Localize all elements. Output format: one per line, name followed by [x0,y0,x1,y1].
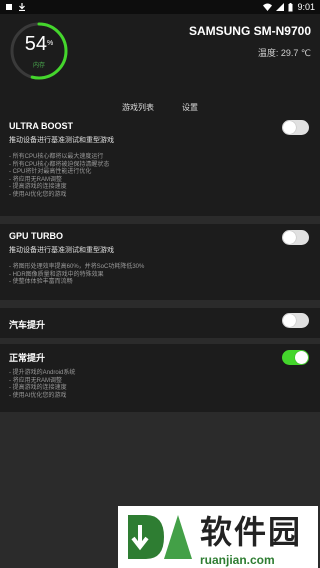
watermark-text: 软件园 ruanjian.com [200,507,302,567]
section-subtitle: 推动设备进行基准测试和重型游戏 [9,247,114,254]
section-auto-boost: 汽车提升 [0,308,320,338]
section-subtitle: 推动设备进行基准测试和重型游戏 [9,137,114,144]
auto-boost-toggle[interactable] [282,313,309,328]
gpu-turbo-toggle[interactable] [282,230,309,245]
list-item: - HDR图像质量和游戏中的特殊效果 [9,271,104,278]
wifi-icon [263,3,273,11]
watermark-text-cn: 软件园 [200,513,303,551]
section-title: GPU TURBO [9,231,63,241]
status-right: 9:01 [263,2,315,12]
list-item: - 使用AI优化您的游戏 [9,191,67,198]
section-title: ULTRA BOOST [9,121,73,131]
list-item: - 将应用无RAM调整 [9,176,62,183]
feature-list: - 所有CPU核心都将以最大速度运行 - 所有CPU核心都将被迫保持清醒状态 -… [9,154,311,199]
watermark-text-en: ruanjian.com [200,553,275,567]
status-left [5,3,26,11]
signal-icon [276,3,285,11]
list-item: - 所有CPU核心都将被迫保持清醒状态 [9,161,110,168]
list-item: - 提高游戏的连接速度 [9,184,67,190]
feature-list: - 将图形处理效率提高60%，并将SoC功耗降低30% - HDR图像质量和游戏… [9,264,311,287]
list-item: - 使整体体验丰富而流畅 [9,279,73,285]
list-item: - CPU将针对最高性能进行优化 [9,169,92,175]
toggle-knob [283,314,296,327]
watermark: 软件园 ruanjian.com [118,506,318,568]
toggle-knob [283,231,296,244]
toggle-knob [295,351,308,364]
device-name: SAMSUNG SM-N9700 [188,24,311,38]
header: 54% 内存 SAMSUNG SM-N9700 温度: 29.7 ℃ [0,14,320,86]
feature-list: - 提升游戏的Android系统 - 将应用无RAM调整 - 提高游戏的连接速度… [9,370,311,400]
status-bar: 9:01 [0,0,320,14]
list-item: - 将图形处理效率提高60%，并将SoC功耗降低30% [9,264,145,270]
section-title: 正常提升 [9,353,46,363]
ultra-boost-toggle[interactable] [282,120,309,135]
list-item: - 所有CPU核心都将以最大速度运行 [9,154,104,160]
list-item: - 将应用无RAM调整 [9,377,62,384]
section-normal-boost: 正常提升 - 提升游戏的Android系统 - 将应用无RAM调整 - 提高游戏… [0,344,320,412]
battery-icon [288,2,293,11]
gauge-label: 内存 [32,62,45,69]
section-gpu-turbo: GPU TURBO 推动设备进行基准测试和重型游戏 - 将图形处理效率提高60%… [0,224,320,300]
normal-boost-toggle[interactable] [282,350,309,365]
list-item: - 提高游戏的连接速度 [9,385,67,391]
temperature: 温度: 29.7 ℃ [257,48,311,58]
status-time: 9:01 [297,2,315,12]
list-item: - 提升游戏的Android系统 [9,370,76,376]
watermark-logo-icon [128,515,192,559]
section-title: 汽车提升 [9,320,46,330]
list-item: - 使用AI优化您的游戏 [9,392,67,399]
gauge-value: 54% [24,32,54,55]
section-ultra-boost: ULTRA BOOST 推动设备进行基准测试和重型游戏 - 所有CPU核心都将以… [0,114,320,216]
download-icon [19,3,25,11]
gauge-label-box: 54% 内存 [8,20,70,82]
notification-icon [6,4,12,10]
toggle-knob [283,121,296,134]
